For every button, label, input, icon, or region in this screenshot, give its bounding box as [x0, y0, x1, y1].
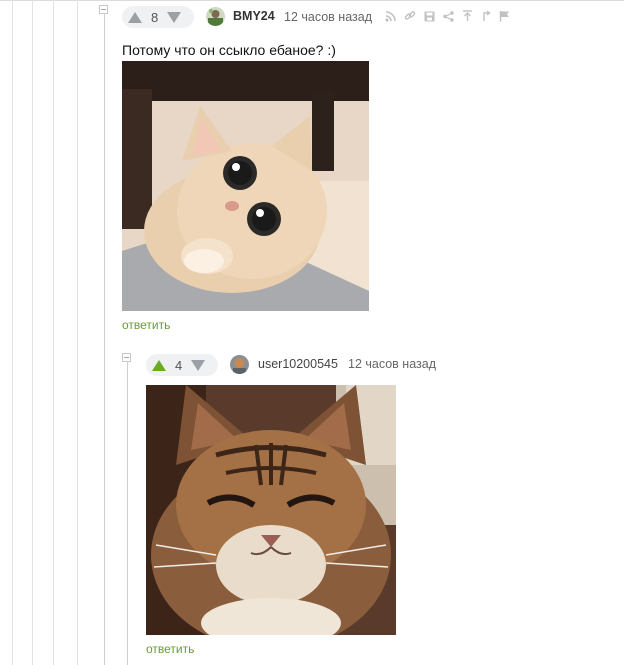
top-divider	[0, 0, 624, 1]
thread-line[interactable]	[77, 0, 78, 665]
downvote-icon[interactable]	[191, 359, 206, 371]
comment-text: Потому что он ссыкло ебаное? :)	[122, 42, 336, 58]
reply-link[interactable]: ответить	[146, 642, 194, 656]
rating-count: 4	[175, 357, 183, 373]
rating-count: 8	[151, 9, 159, 25]
save-icon[interactable]	[424, 11, 435, 22]
thread-line[interactable]	[53, 0, 54, 665]
avatar[interactable]	[206, 7, 225, 26]
thread-line[interactable]	[32, 0, 33, 665]
tabby-photo	[146, 385, 396, 635]
upvote-icon[interactable]	[128, 11, 142, 23]
thread-line[interactable]	[104, 14, 105, 665]
comment-username[interactable]: user10200545	[258, 357, 338, 371]
to-branch-icon[interactable]	[481, 10, 491, 22]
downvote-icon[interactable]	[167, 11, 182, 23]
to-parent-icon[interactable]	[462, 10, 473, 22]
comment-username[interactable]: BMY24	[233, 9, 275, 23]
kitten-photo	[122, 61, 369, 311]
avatar[interactable]	[230, 355, 249, 374]
rating-control: 4	[146, 354, 218, 376]
reply-link[interactable]: ответить	[122, 318, 170, 332]
link-icon[interactable]	[404, 10, 416, 22]
thread-line[interactable]	[12, 0, 13, 665]
comment-toolbar	[385, 10, 510, 22]
upvote-icon[interactable]	[152, 359, 166, 371]
avatar-image	[206, 7, 225, 26]
share-icon[interactable]	[443, 10, 454, 22]
comment-time[interactable]: 12 часов назад	[348, 357, 436, 371]
report-flag-icon[interactable]	[499, 10, 510, 22]
comment-time[interactable]: 12 часов назад	[284, 10, 372, 24]
collapse-toggle[interactable]	[99, 5, 108, 14]
comment-image-kitten[interactable]	[122, 61, 369, 311]
rating-control: 8	[122, 6, 194, 28]
thread-line[interactable]	[127, 362, 128, 665]
collapse-toggle[interactable]	[122, 353, 131, 362]
avatar-image	[230, 355, 249, 374]
rss-icon[interactable]	[385, 10, 396, 22]
comment-image-tabby[interactable]	[146, 385, 396, 635]
